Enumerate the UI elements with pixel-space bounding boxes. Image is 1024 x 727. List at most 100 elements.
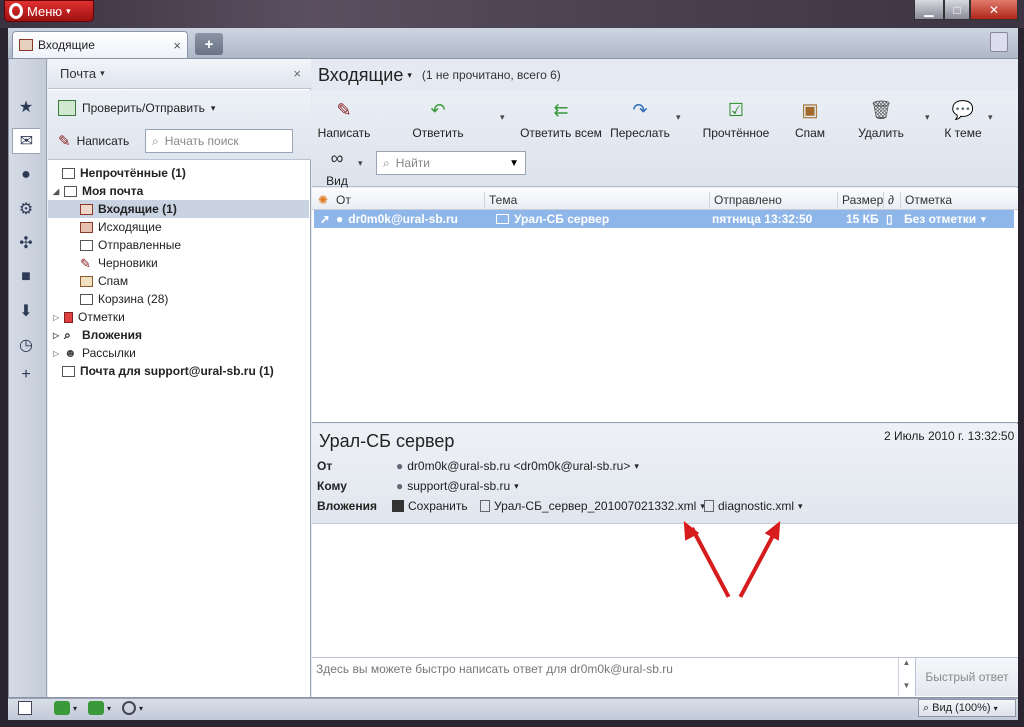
tree-item-my-mail[interactable]: ◢ Моя почта — [48, 182, 311, 200]
reply-button[interactable]: ↶ Ответить — [408, 98, 468, 141]
tree-item-labels[interactable]: ▷ Отметки — [48, 308, 311, 326]
tree-item-inbox[interactable]: Входящие (1) — [48, 200, 309, 218]
reply-arrow-icon: ↶ — [430, 99, 446, 120]
reply-dropdown-icon[interactable]: ▾ — [500, 112, 505, 123]
view-button[interactable]: ∞ Вид — [322, 146, 352, 189]
widgets-icon[interactable]: ⚙ — [12, 196, 40, 222]
tree-item-unread[interactable]: Непрочтённые (1) — [48, 164, 311, 182]
column-from[interactable]: От — [332, 192, 482, 208]
chevron-down-icon[interactable]: ▼ — [509, 158, 519, 169]
downloads-icon[interactable]: ⬇ — [12, 298, 40, 324]
trash-icon — [80, 293, 93, 305]
message-row[interactable]: ➚ ● dr0m0k@ural-sb.ru Урал-СБ сервер пятн… — [314, 210, 1014, 228]
history-icon[interactable]: ◷ — [12, 332, 40, 358]
view-title[interactable]: Входящие — [318, 65, 403, 86]
notes-icon[interactable]: ■ — [12, 264, 40, 290]
opera-menu-button[interactable]: Меню ▾ — [4, 0, 94, 22]
reply-all-icon: ⇇ — [553, 99, 569, 120]
forward-button[interactable]: ↷ Переслать — [608, 98, 672, 141]
new-tab-button[interactable]: + — [195, 33, 223, 55]
tree-item-trash[interactable]: Корзина (28) — [48, 290, 311, 308]
mail-icon[interactable]: ✉ — [12, 128, 40, 154]
find-input[interactable]: ⌕ Найти ▼ — [376, 151, 526, 175]
maximize-button[interactable]: □ — [944, 0, 970, 20]
delete-button[interactable]: 🗑 Удалить — [854, 98, 908, 141]
column-attachment-icon[interactable]: ∂ — [883, 192, 899, 208]
save-attachments-button[interactable]: Сохранить — [392, 499, 468, 513]
pen-icon: ✎ — [58, 133, 71, 150]
column-size[interactable]: Размер — [837, 192, 883, 208]
panel-title[interactable]: Почта — [60, 66, 96, 81]
closed-tabs-trash-icon[interactable] — [990, 32, 1008, 52]
tree-item-outbox[interactable]: Исходящие — [48, 218, 311, 236]
bookmarks-icon[interactable]: ★ — [12, 94, 40, 120]
tree-item-support-account[interactable]: Почта для support@ural-sb.ru (1) — [48, 362, 311, 380]
status-column-icon[interactable]: ✺ — [314, 192, 328, 208]
magnifier-icon: ⌕ — [923, 701, 930, 714]
tree-item-drafts[interactable]: ✎ Черновики — [48, 254, 311, 272]
expand-triangle-icon[interactable]: ▷ — [53, 331, 61, 340]
chevron-down-icon: ▾ — [993, 703, 998, 713]
contacts-icon[interactable]: ● — [12, 162, 40, 188]
tab-inbox[interactable]: Входящие × — [12, 31, 188, 58]
chevron-down-icon: ▾ — [66, 5, 71, 16]
message-from: ● dr0m0k@ural-sb.ru — [336, 212, 458, 226]
chevron-down-icon[interactable]: ▾ — [407, 70, 412, 81]
binoculars-icon: ∞ — [330, 147, 344, 168]
quick-reply-scrollbar[interactable]: ▲ ▼ — [898, 658, 914, 696]
tree-item-attachments[interactable]: ▷ ⌕ Вложения — [48, 326, 311, 344]
tree-item-spam[interactable]: Спам — [48, 272, 311, 290]
outbox-icon — [80, 221, 93, 233]
tree-item-sent[interactable]: Отправленные — [48, 236, 311, 254]
column-sent[interactable]: Отправлено — [709, 192, 837, 208]
tab-label: Входящие — [38, 38, 95, 52]
expand-triangle-icon[interactable]: ◢ — [53, 187, 61, 196]
delete-dropdown-icon[interactable]: ▾ — [925, 112, 930, 123]
view-dropdown-icon[interactable]: ▾ — [358, 158, 363, 169]
expand-triangle-icon[interactable]: ▷ — [53, 313, 61, 322]
close-panel-icon[interactable]: × — [293, 66, 301, 81]
document-icon: ▯ — [886, 212, 893, 226]
turbo-icon[interactable]: ▾ — [122, 700, 143, 716]
to-topic-button[interactable]: 💬 К теме — [940, 98, 986, 141]
quick-reply-input[interactable]: Здесь вы можете быстро написать ответ дл… — [316, 662, 896, 678]
compose-button[interactable]: ✎ Написать — [318, 98, 371, 141]
forward-arrow-icon: ↷ — [632, 99, 648, 120]
expand-triangle-icon[interactable]: ▷ — [53, 349, 61, 358]
close-window-button[interactable]: ✕ — [970, 0, 1018, 20]
check-send-icon — [58, 100, 76, 116]
attachment-1[interactable]: Урал-СБ_сервер_201007021332.xml ▾ — [480, 499, 705, 513]
panel-toggle-icon[interactable] — [18, 700, 32, 716]
search-input[interactable]: ⌕ Начать поиск — [145, 129, 293, 153]
message-mark[interactable]: Без отметки ▾ — [904, 212, 986, 226]
preview-date: 2 Июль 2010 г. 13:32:50 — [884, 429, 1015, 443]
attachment-2[interactable]: diagnostic.xml ▾ — [704, 499, 803, 513]
column-mark[interactable]: Отметка — [900, 192, 1010, 208]
to-value[interactable]: ● support@ural-sb.ru ▾ — [396, 479, 519, 493]
mark-read-button[interactable]: ☑ Прочтённое — [698, 98, 774, 141]
people-icon: ☻ — [64, 345, 77, 360]
minimize-button[interactable]: ▁ — [914, 0, 944, 20]
compose-button[interactable]: ✎ Написать — [58, 132, 129, 150]
mailbox-icon — [64, 185, 77, 197]
check-send-button[interactable]: Проверить/Отправить ▾ — [58, 100, 215, 116]
reply-all-button[interactable]: ⇇ Ответить всем — [518, 98, 604, 141]
topic-dropdown-icon[interactable]: ▾ — [988, 112, 993, 123]
add-panel-icon[interactable]: + — [12, 362, 40, 388]
file-icon — [480, 500, 490, 512]
unite-icon[interactable]: ✣ — [12, 230, 40, 256]
zoom-control[interactable]: ⌕ Вид (100%) ▾ — [918, 699, 1016, 717]
close-tab-icon[interactable]: × — [173, 38, 181, 53]
quick-reply-button[interactable]: Быстрый ответ — [915, 658, 1018, 696]
read-document-icon: ☑ — [727, 99, 745, 120]
from-value[interactable]: ● dr0m0k@ural-sb.ru <dr0m0k@ural-sb.ru> ▾ — [396, 459, 639, 473]
sync-icon[interactable]: ▾ — [54, 700, 77, 716]
tree-item-mailing-lists[interactable]: ▷ ☻ Рассылки — [48, 344, 311, 362]
unite-status-icon[interactable]: ▾ — [88, 700, 111, 716]
forward-dropdown-icon[interactable]: ▾ — [676, 112, 681, 123]
column-subject[interactable]: Тема — [484, 192, 708, 208]
person-icon: ● — [336, 212, 344, 226]
chevron-down-icon: ▾ — [100, 68, 105, 78]
spam-button[interactable]: ▣ Спам — [790, 98, 830, 141]
chevron-down-icon: ▾ — [981, 213, 986, 224]
